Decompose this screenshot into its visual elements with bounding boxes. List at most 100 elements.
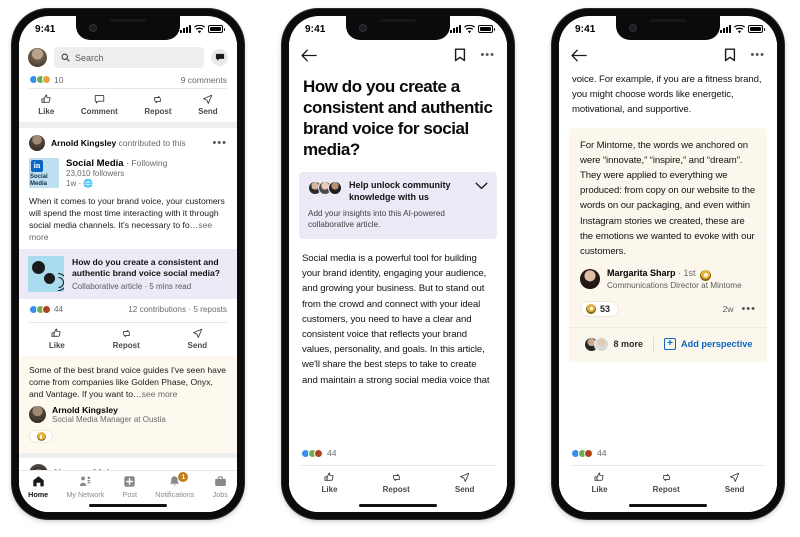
comment-author[interactable]: Arnold Kingsley Social Media Manager at … [29, 405, 227, 424]
reaction-summary[interactable]: 10 [29, 75, 63, 84]
send-icon [730, 472, 740, 482]
like-button[interactable]: Like [322, 472, 338, 494]
status-indicators [450, 24, 495, 34]
more-options-icon[interactable]: ••• [741, 303, 756, 314]
more-contributors[interactable]: 8 more [583, 336, 643, 352]
back-arrow-icon[interactable] [571, 49, 587, 62]
like-button[interactable]: Like [38, 94, 54, 116]
tab-my-network[interactable]: My Network [66, 475, 104, 499]
contribution-quote: For Mintome, the words we anchored on we… [580, 139, 756, 258]
insightful-vote-button[interactable]: 53 [580, 300, 620, 317]
send-button[interactable]: Send [725, 472, 744, 494]
plus-square-icon: + [664, 338, 677, 351]
contributor-avatar[interactable] [29, 135, 45, 151]
repost-button[interactable]: Repost [653, 472, 680, 494]
tab-home[interactable]: Home [28, 475, 48, 499]
send-label: Send [454, 485, 475, 494]
company-row: in Social Media Social Media · Following… [19, 156, 237, 193]
tab-jobs[interactable]: Jobs [213, 475, 228, 499]
repost-button[interactable]: Repost [113, 328, 140, 350]
article-title: How do you create a consistent and authe… [72, 257, 221, 278]
post-text-body: When it comes to your brand voice, your … [29, 196, 225, 230]
article-navbar: ••• [289, 42, 507, 66]
tab-label: Jobs [212, 490, 228, 499]
see-more-link[interactable]: see more [142, 389, 178, 399]
like-button[interactable]: Like [49, 328, 65, 350]
send-icon [203, 94, 213, 104]
bookmark-icon[interactable] [454, 48, 466, 62]
reaction-count: 44 [597, 448, 607, 458]
like-button[interactable]: Like [592, 472, 608, 494]
phone-feed: 9:41 Search 10 9 comments Like Comment R… [12, 9, 244, 519]
reaction-icons [571, 448, 593, 458]
company-name-text: Social Media [66, 158, 124, 169]
post-plus-icon [124, 476, 135, 487]
send-button[interactable]: Send [454, 472, 475, 494]
comment-label: Comment [80, 107, 118, 116]
reaction-icons [29, 305, 51, 314]
tab-label: My Network [66, 490, 105, 499]
repost-label: Repost [382, 485, 410, 494]
comment-button[interactable]: Comment [81, 94, 118, 116]
avatar [29, 406, 46, 423]
collaborative-article-card[interactable]: How do you create a consistent and authe… [19, 249, 237, 299]
like-label: Like [38, 107, 55, 116]
contributor-name[interactable]: Arnold Kingsley [51, 138, 116, 148]
contributed-by-text: Arnold Kingsley contributed to this [51, 138, 186, 148]
post-time-text: 1w · [66, 179, 82, 188]
send-button[interactable]: Send [198, 94, 218, 116]
cellular-bars-icon [720, 25, 731, 33]
thumbs-up-icon [324, 472, 334, 481]
back-arrow-icon[interactable] [301, 49, 317, 62]
comment-text: Some of the best brand voice guides I've… [29, 364, 227, 400]
tab-post[interactable]: Post [123, 475, 137, 499]
contribution-card: For Mintome, the words we anchored on we… [569, 127, 767, 327]
reaction-icons [29, 75, 51, 84]
company-logo[interactable]: in Social Media [29, 158, 59, 188]
screen-article-contribution: 9:41 ••• voice. For example, if you are … [559, 16, 777, 512]
top-voice-badge-icon[interactable] [29, 430, 53, 443]
comment-count[interactable]: 9 comments [181, 75, 227, 84]
unlock-card-heading: Help unlock community knowledge with us [349, 180, 451, 202]
messaging-icon[interactable] [211, 49, 228, 66]
more-options-icon[interactable]: ••• [480, 50, 495, 61]
article-stats[interactable]: 44 [559, 440, 777, 465]
chevron-down-icon[interactable] [475, 182, 488, 190]
contributions-count[interactable]: 12 contributions · 5 reposts [128, 305, 227, 314]
vote-count: 53 [600, 303, 611, 314]
status-time: 9:41 [575, 23, 596, 35]
profile-avatar[interactable] [28, 48, 47, 67]
linkedin-logo-icon: in [31, 160, 43, 172]
more-options-icon[interactable]: ••• [750, 50, 765, 61]
wifi-icon [734, 24, 745, 33]
article-stats[interactable]: 44 [289, 440, 507, 465]
bookmark-icon[interactable] [724, 48, 736, 62]
screen-article-top: 9:41 ••• How do you create a consistent … [289, 16, 507, 512]
unlock-knowledge-card[interactable]: Help unlock community knowledge with us … [299, 172, 497, 239]
send-button[interactable]: Send [188, 328, 207, 350]
tab-notifications[interactable]: 1 Notifications [155, 472, 194, 499]
repost-button[interactable]: Repost [144, 94, 172, 116]
author-name-text: Margarita Sharp [607, 268, 676, 279]
contribution-author[interactable]: Margarita Sharp · 1st Communications Dir… [580, 268, 756, 291]
cellular-bars-icon [180, 25, 191, 33]
contribution-footer: 53 2w ••• [580, 300, 756, 317]
reaction-icons [301, 448, 323, 458]
repost-icon [154, 95, 162, 104]
repost-button[interactable]: Repost [383, 472, 410, 494]
phone-article-contribution: 9:41 ••• voice. For example, if you are … [552, 9, 784, 519]
status-bar: 9:41 [559, 16, 777, 42]
more-options-icon[interactable]: ••• [212, 138, 227, 149]
company-name[interactable]: Social Media · Following [66, 158, 167, 169]
add-perspective-button[interactable]: + Add perspective [664, 338, 753, 351]
contributor-avatars [308, 180, 342, 195]
repost-icon [122, 329, 130, 338]
home-icon [32, 476, 44, 487]
unlock-card-subtext: Add your insights into this AI-powered c… [308, 209, 445, 229]
battery-full-icon [748, 25, 765, 33]
more-perspectives-bar: 8 more + Add perspective [569, 326, 767, 362]
status-time: 9:41 [305, 23, 326, 35]
reaction-summary[interactable]: 44 [29, 305, 63, 314]
search-input[interactable]: Search [54, 47, 204, 68]
post-text: When it comes to your brand voice, your … [19, 193, 237, 249]
